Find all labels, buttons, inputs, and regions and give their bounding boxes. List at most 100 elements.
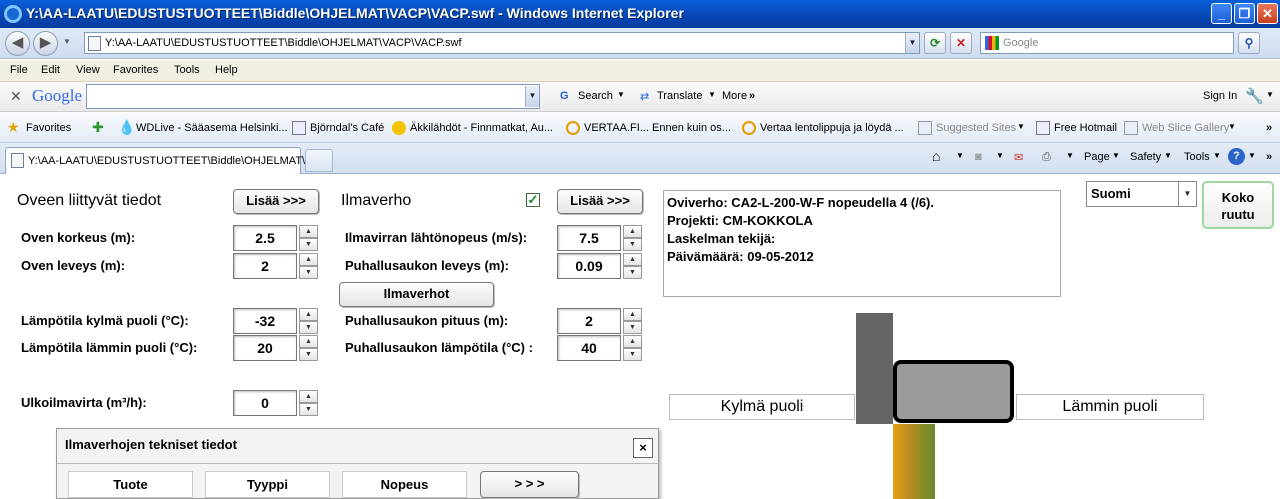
- google-search-dropdown-icon[interactable]: ▼: [525, 86, 539, 107]
- home-dropdown-icon[interactable]: ▼: [956, 151, 964, 160]
- maximize-button[interactable]: ❐: [1234, 3, 1255, 24]
- nozzle-width-value[interactable]: 0.09: [557, 253, 621, 279]
- nozzle-length-value[interactable]: 2: [557, 308, 621, 334]
- nozzle-width-stepper[interactable]: 0.09 ▲ ▼: [557, 253, 643, 279]
- menu-edit[interactable]: Edit: [41, 64, 60, 76]
- favbar-more-chevron-icon[interactable]: »: [1266, 122, 1272, 134]
- refresh-button[interactable]: ⟳: [924, 32, 946, 54]
- fav-item-lentoliput[interactable]: Vertaa lentolippuja ja löydä ...: [760, 122, 904, 134]
- fav-item-wdlive[interactable]: WDLive - Sääasema Helsinki...: [136, 122, 288, 134]
- decrement-arrow-icon[interactable]: ▼: [299, 321, 318, 334]
- toolbar-more-button[interactable]: More: [722, 90, 747, 102]
- help-icon[interactable]: ?: [1228, 148, 1245, 165]
- feeds-icon[interactable]: ◙: [975, 151, 982, 163]
- print-dropdown-icon[interactable]: ▼: [1066, 151, 1074, 160]
- tools-dropdown-icon[interactable]: ▼: [1213, 151, 1221, 160]
- decrement-arrow-icon[interactable]: ▼: [299, 403, 318, 416]
- mail-icon[interactable]: ✉: [1014, 151, 1023, 164]
- web-slice-dropdown-icon[interactable]: ▼: [1228, 122, 1236, 131]
- suggested-dropdown-icon[interactable]: ▼: [1017, 122, 1025, 131]
- warm-temp-value[interactable]: 20: [233, 335, 297, 361]
- door-height-value[interactable]: 2.5: [233, 225, 297, 251]
- language-select[interactable]: Suomi ▼: [1086, 181, 1197, 207]
- fav-item-free-hotmail[interactable]: Free Hotmail: [1054, 122, 1117, 134]
- next-button[interactable]: > > >: [480, 471, 579, 498]
- feeds-dropdown-icon[interactable]: ▼: [996, 151, 1004, 160]
- toolbar-search-button[interactable]: Search: [578, 90, 613, 102]
- url-field[interactable]: Y:\AA-LAATU\EDUSTUSTUOTTEET\Biddle\OHJEL…: [84, 32, 920, 54]
- door-height-stepper[interactable]: 2.5 ▲ ▼: [233, 225, 319, 251]
- decrement-arrow-icon[interactable]: ▼: [623, 266, 642, 279]
- close-window-button[interactable]: ✕: [1257, 3, 1278, 24]
- increment-arrow-icon[interactable]: ▲: [299, 253, 318, 266]
- decrement-arrow-icon[interactable]: ▼: [623, 348, 642, 361]
- translate-dropdown-icon[interactable]: ▼: [708, 90, 716, 99]
- safety-dropdown-icon[interactable]: ▼: [1164, 151, 1172, 160]
- increment-arrow-icon[interactable]: ▲: [299, 390, 318, 403]
- help-dropdown-icon[interactable]: ▼: [1248, 151, 1256, 160]
- wrench-dropdown-icon[interactable]: ▼: [1266, 90, 1274, 99]
- decrement-arrow-icon[interactable]: ▼: [299, 348, 318, 361]
- page-menu[interactable]: Page: [1084, 151, 1110, 163]
- fullscreen-button[interactable]: Koko ruutu: [1202, 181, 1274, 229]
- cold-temp-value[interactable]: -32: [233, 308, 297, 334]
- fav-item-suggested-sites[interactable]: Suggested Sites: [936, 122, 1016, 134]
- cold-temp-stepper[interactable]: -32 ▲ ▼: [233, 308, 319, 334]
- fav-item-vertaa-fi[interactable]: VERTAA.FI... Ennen kuin os...: [584, 122, 731, 134]
- home-icon[interactable]: ⌂: [932, 148, 940, 164]
- decrement-arrow-icon[interactable]: ▼: [299, 238, 318, 251]
- fav-item-bjorndal[interactable]: Björndal's Café: [310, 122, 384, 134]
- nozzle-temp-stepper[interactable]: 40 ▲ ▼: [557, 335, 643, 361]
- increment-arrow-icon[interactable]: ▲: [623, 253, 642, 266]
- increment-arrow-icon[interactable]: ▲: [623, 225, 642, 238]
- close-toolbar-icon[interactable]: ✕: [10, 88, 22, 105]
- fav-item-akkilahdot[interactable]: Äkkilähdöt - Finnmatkat, Au...: [410, 122, 553, 134]
- forward-button[interactable]: ▶: [33, 31, 58, 56]
- decrement-arrow-icon[interactable]: ▼: [623, 238, 642, 251]
- increment-arrow-icon[interactable]: ▲: [299, 308, 318, 321]
- door-add-button[interactable]: Lisää >>>: [233, 189, 319, 214]
- curtain-checkbox[interactable]: ✓: [526, 193, 540, 207]
- fav-item-web-slice-gallery[interactable]: Web Slice Gallery: [1142, 122, 1229, 134]
- minimize-button[interactable]: _: [1211, 3, 1232, 24]
- increment-arrow-icon[interactable]: ▲: [623, 335, 642, 348]
- decrement-arrow-icon[interactable]: ▼: [623, 321, 642, 334]
- menu-help[interactable]: Help: [215, 64, 238, 76]
- stop-button[interactable]: ✕: [950, 32, 972, 54]
- url-dropdown-icon[interactable]: ▼: [905, 33, 919, 53]
- outdoor-airflow-stepper[interactable]: 0 ▲ ▼: [233, 390, 319, 416]
- increment-arrow-icon[interactable]: ▲: [299, 225, 318, 238]
- tab-vacp[interactable]: Y:\AA-LAATU\EDUSTUSTUOTTEET\Biddle\OHJEL…: [5, 147, 314, 174]
- print-icon[interactable]: ⎙: [1042, 151, 1051, 164]
- sign-in-link[interactable]: Sign In: [1203, 90, 1237, 102]
- search-dropdown-icon[interactable]: ▼: [617, 90, 625, 99]
- increment-arrow-icon[interactable]: ▲: [623, 308, 642, 321]
- safety-menu[interactable]: Safety: [1130, 151, 1161, 163]
- toolbar-translate-button[interactable]: Translate: [657, 90, 702, 102]
- google-search-input[interactable]: ▼: [86, 84, 540, 109]
- door-width-value[interactable]: 2: [233, 253, 297, 279]
- air-curtains-button[interactable]: Ilmaverhot: [339, 282, 494, 307]
- menu-favorites[interactable]: Favorites: [113, 64, 158, 76]
- commandbar-more-chevron-icon[interactable]: »: [1266, 151, 1272, 163]
- back-button[interactable]: ◀: [5, 31, 30, 56]
- search-go-icon[interactable]: ⚲: [1238, 32, 1260, 54]
- menu-file[interactable]: File: [10, 64, 28, 76]
- close-panel-button[interactable]: ×: [633, 438, 653, 458]
- outlet-velocity-value[interactable]: 7.5: [557, 225, 621, 251]
- language-dropdown-icon[interactable]: ▼: [1178, 182, 1196, 206]
- wrench-icon[interactable]: 🔧: [1245, 87, 1264, 105]
- menu-tools[interactable]: Tools: [174, 64, 200, 76]
- menu-view[interactable]: View: [76, 64, 100, 76]
- more-chevron-icon[interactable]: »: [749, 90, 755, 102]
- nozzle-length-stepper[interactable]: 2 ▲ ▼: [557, 308, 643, 334]
- outdoor-airflow-value[interactable]: 0: [233, 390, 297, 416]
- add-favorite-icon[interactable]: ✚: [92, 119, 106, 135]
- new-tab-button[interactable]: [305, 149, 333, 172]
- door-width-stepper[interactable]: 2 ▲ ▼: [233, 253, 319, 279]
- web-search-input[interactable]: Google: [980, 32, 1234, 54]
- decrement-arrow-icon[interactable]: ▼: [299, 266, 318, 279]
- tools-menu[interactable]: Tools: [1184, 151, 1210, 163]
- favorites-button[interactable]: Favorites: [26, 122, 71, 134]
- outlet-velocity-stepper[interactable]: 7.5 ▲ ▼: [557, 225, 643, 251]
